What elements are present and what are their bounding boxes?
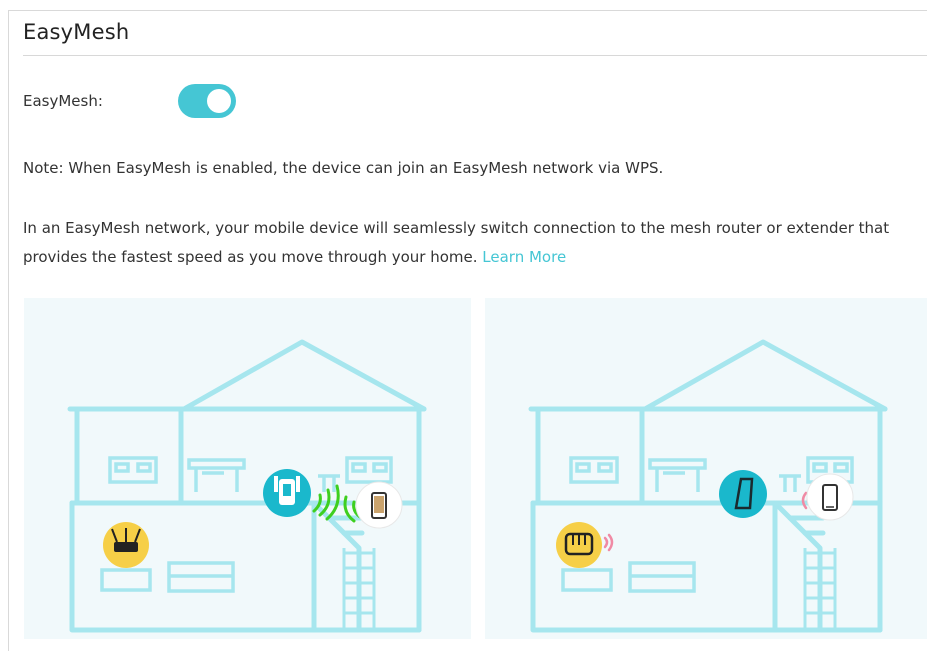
easymesh-panel: EasyMesh EasyMesh: Note: When EasyMesh i… [8,10,927,651]
learn-more-link[interactable]: Learn More [482,248,566,266]
phone-icon [806,473,854,521]
wps-note: Note: When EasyMesh is enabled, the devi… [23,159,664,177]
house-illustration-right [528,339,888,633]
easymesh-label: EasyMesh: [23,92,103,110]
page-title: EasyMesh [23,20,130,44]
toggle-knob [207,89,231,113]
house-illustration-left [67,339,427,633]
description-text: In an EasyMesh network, your mobile devi… [23,219,890,266]
illustration-mesh [485,298,927,639]
router-icon [103,522,149,568]
extender-icon [263,469,311,517]
title-divider [23,55,927,56]
phone-icon [355,481,403,529]
router-icon [556,522,602,568]
extender-icon [719,470,767,518]
illustration-extender [24,298,471,639]
easymesh-description: In an EasyMesh network, your mobile devi… [23,214,913,272]
easymesh-toggle[interactable] [178,84,236,118]
